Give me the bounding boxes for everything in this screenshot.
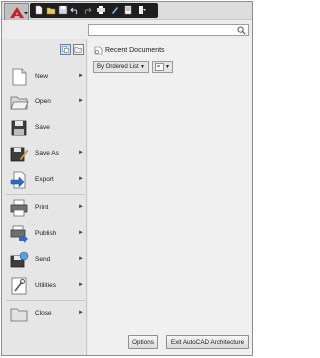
app-menu-dropdown-icon	[24, 12, 28, 15]
menu-item-label: Utilities	[35, 282, 56, 289]
separator	[6, 194, 85, 195]
quick-access-icons	[30, 3, 158, 18]
view-toggles	[60, 44, 86, 56]
menu-item-save[interactable]: Save	[8, 116, 84, 140]
search-box	[88, 24, 249, 36]
menu-item-print[interactable]: Print ►	[8, 196, 84, 220]
application-menu-commands: New ► Open ► Save Save As ► Export ► Pri…	[2, 39, 87, 355]
floppy-save-icon	[11, 120, 27, 136]
exit-application-button[interactable]: Exit AutoCAD Architecture	[166, 335, 249, 349]
open-folder-icon	[10, 96, 29, 110]
menu-item-publish[interactable]: Publish ►	[8, 222, 84, 246]
submenu-arrow-icon: ►	[78, 310, 84, 316]
menu-item-close[interactable]: Close ►	[8, 302, 84, 326]
submenu-arrow-icon: ►	[78, 204, 84, 210]
menu-item-label: Close	[35, 310, 52, 317]
send-icon	[10, 251, 29, 268]
separator	[6, 300, 85, 301]
redo-icon[interactable]	[82, 5, 92, 15]
display-mode-icon	[155, 63, 164, 71]
large-icons-view-icon[interactable]	[60, 44, 71, 55]
quick-access-toolbar	[2, 2, 252, 20]
order-by-dropdown[interactable]: By Ordered List ▼	[93, 61, 149, 73]
menu-item-utilities[interactable]: Utilities ►	[8, 274, 84, 298]
close-folder-icon	[10, 308, 28, 322]
magnifier-icon[interactable]	[237, 26, 246, 35]
save-icon[interactable]	[58, 5, 68, 15]
application-button[interactable]	[4, 3, 29, 20]
submenu-arrow-icon: ►	[78, 73, 84, 79]
plot-icon[interactable]	[96, 5, 106, 15]
autocad-a-logo-icon	[10, 7, 24, 18]
menu-item-label: Publish	[35, 230, 57, 237]
new-icon[interactable]	[34, 5, 44, 15]
menu-item-label: Save	[35, 124, 50, 131]
menu-item-label: Open	[35, 98, 51, 105]
save-as-icon	[10, 147, 29, 162]
recent-documents-title: Recent Documents	[105, 47, 165, 54]
menu-item-label: Print	[35, 204, 49, 211]
recent-documents-icon	[94, 46, 103, 55]
menu-item-label: Export	[35, 176, 54, 183]
menu-item-label: Save As	[35, 150, 59, 157]
dropdown-icon[interactable]	[137, 5, 147, 15]
menu-item-new[interactable]: New ►	[8, 65, 84, 89]
open-icon[interactable]	[46, 5, 56, 15]
printer-icon	[10, 199, 28, 217]
submenu-arrow-icon: ►	[78, 282, 84, 288]
options-button[interactable]: Options	[128, 335, 158, 349]
application-menu: New ► Open ► Save Save As ► Export ► Pri…	[1, 1, 253, 356]
menu-item-save-as[interactable]: Save As ►	[8, 142, 84, 166]
utilities-icon	[11, 277, 27, 295]
order-by-label: By Ordered List	[97, 64, 139, 70]
export-icon	[10, 171, 26, 189]
recent-documents-panel: Recent Documents By Ordered List ▼ ▼ Opt…	[88, 39, 252, 355]
chevron-down-icon: ▼	[140, 64, 145, 70]
submenu-arrow-icon: ►	[78, 230, 84, 236]
search-input[interactable]	[89, 25, 234, 35]
chevron-down-icon: ▼	[165, 64, 170, 70]
publish-icon	[10, 225, 28, 243]
pen-icon[interactable]	[110, 5, 120, 15]
menu-item-label: Send	[35, 256, 51, 263]
submenu-arrow-icon: ►	[78, 98, 84, 104]
layer-icon[interactable]	[123, 5, 133, 15]
submenu-arrow-icon: ►	[78, 150, 84, 156]
submenu-arrow-icon: ►	[78, 256, 84, 262]
menu-item-send[interactable]: Send ►	[8, 248, 84, 272]
new-drawing-icon	[12, 68, 27, 86]
menu-item-label: New	[35, 73, 49, 80]
submenu-arrow-icon: ►	[78, 176, 84, 182]
search-row	[2, 20, 252, 39]
undo-icon[interactable]	[70, 5, 80, 15]
small-icons-view-icon[interactable]	[73, 44, 84, 55]
menu-item-open[interactable]: Open ►	[8, 90, 84, 114]
display-mode-dropdown[interactable]: ▼	[152, 61, 173, 73]
menu-item-export[interactable]: Export ►	[8, 168, 84, 192]
